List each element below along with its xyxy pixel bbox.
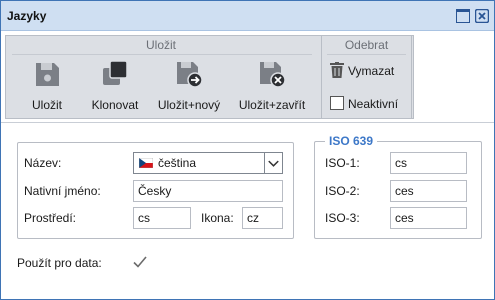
- ribbon-divider: [12, 54, 312, 55]
- delete-button-label: Vymazat: [348, 64, 395, 78]
- environment-label: Prostředí:: [24, 211, 77, 225]
- ribbon-group-title-delete: Odebrat: [344, 38, 389, 52]
- ribbon-group-title-save: Uložit: [145, 38, 176, 52]
- section-divider: [1, 122, 494, 123]
- save-button[interactable]: Uložit: [24, 58, 70, 116]
- save-close-button-label: Uložit+zavřít: [238, 98, 306, 112]
- save-close-button[interactable]: Uložit+zavřít: [234, 58, 310, 116]
- trash-icon: [330, 62, 344, 78]
- iso3-field[interactable]: ces: [390, 207, 467, 229]
- name-label: Název:: [24, 156, 62, 170]
- name-select-value: čeština: [158, 156, 197, 170]
- inactive-checkbox[interactable]: [330, 96, 344, 110]
- delete-button[interactable]: Vymazat: [328, 60, 408, 82]
- iso639-legend: ISO 639: [325, 134, 378, 148]
- ribbon-group-delete: Odebrat Vymazat Neaktivní: [321, 35, 412, 119]
- iso1-label: ISO-1:: [325, 156, 360, 170]
- iso2-field[interactable]: ces: [390, 180, 467, 202]
- clone-button[interactable]: Klonovat: [86, 58, 144, 116]
- iso1-field[interactable]: cs: [390, 152, 467, 174]
- environment-field[interactable]: cs: [133, 207, 191, 229]
- close-icon[interactable]: [475, 9, 489, 23]
- inactive-label: Neaktivní: [348, 97, 399, 111]
- window-title: Jazyky: [7, 9, 47, 23]
- check-icon[interactable]: [132, 254, 148, 270]
- native-name-field[interactable]: Česky: [133, 180, 283, 202]
- inactive-toggle[interactable]: Neaktivní: [328, 94, 408, 114]
- title-bar: Jazyky: [1, 1, 494, 31]
- icon-label: Ikona:: [201, 211, 234, 225]
- iso2-label: ISO-2:: [325, 184, 360, 198]
- native-name-label: Nativní jméno:: [24, 184, 101, 198]
- clone-button-label: Klonovat: [91, 98, 139, 112]
- save-new-button-label: Uložit+nový: [157, 98, 221, 112]
- floppy-save-icon: [36, 63, 59, 86]
- save-new-button[interactable]: Uložit+nový: [154, 58, 224, 116]
- chevron-down-icon[interactable]: [264, 153, 282, 173]
- maximize-icon[interactable]: [456, 9, 470, 23]
- ribbon-divider: [327, 54, 406, 55]
- icon-field[interactable]: cz: [242, 207, 283, 229]
- name-select[interactable]: čeština: [133, 152, 283, 174]
- iso3-label: ISO-3:: [325, 211, 360, 225]
- dialog-window: Jazyky Uložit Uložit Klonovat Uložit+nov…: [0, 0, 495, 300]
- save-close-icon: [260, 62, 286, 88]
- clone-icon: [103, 60, 128, 85]
- save-button-label: Uložit: [31, 98, 62, 112]
- czech-flag-icon: [139, 158, 153, 168]
- save-new-icon: [177, 62, 203, 88]
- use-for-data-label: Použít pro data:: [17, 256, 102, 270]
